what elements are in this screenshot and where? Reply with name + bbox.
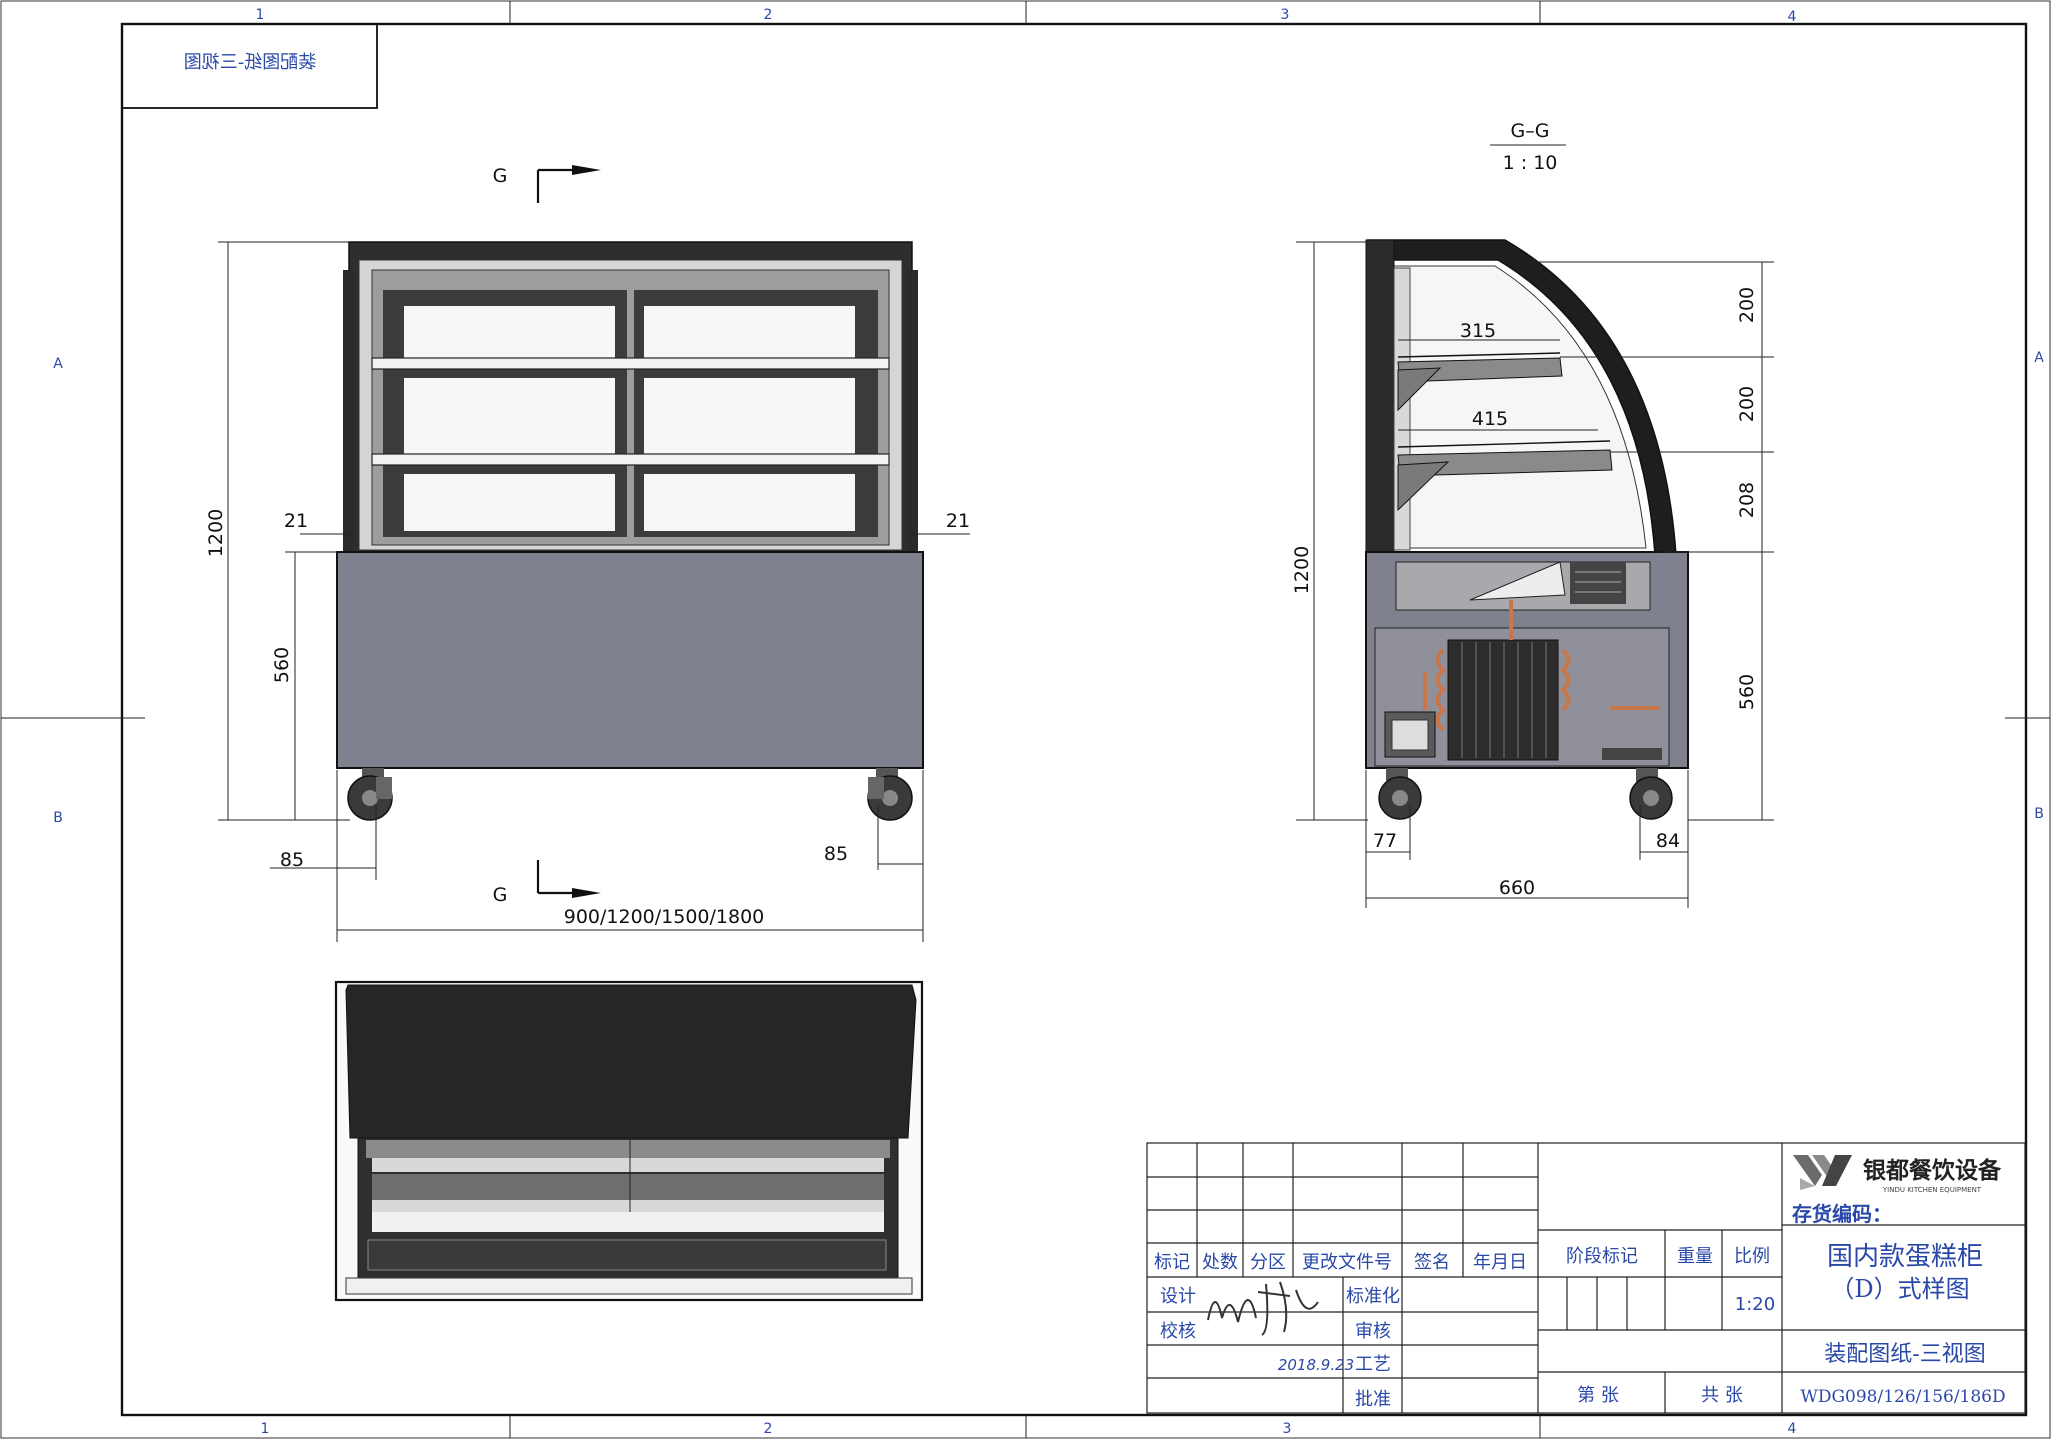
zone-row-a-left: A — [53, 356, 63, 372]
tb-date: 2018.9.23 — [1278, 1356, 1354, 1374]
tb-company-en: YINDU KITCHEN EQUIPMENT — [1882, 1186, 1982, 1194]
tb-scale-value: 1:20 — [1735, 1294, 1775, 1315]
glass-pane — [644, 306, 855, 358]
tb-drawing-name: 装配图纸-三视图 — [1824, 1342, 1985, 1367]
zone-col-2-bottom: 2 — [764, 1421, 773, 1437]
dim-front-offset-left: 21 — [284, 510, 308, 532]
front-view: G G 1200 560 21 21 85 85 900/1200/1500/1… — [205, 165, 970, 942]
glass-pane — [644, 378, 855, 454]
section-marker-top: G — [493, 165, 508, 187]
dim-side-base-height: 560 — [1736, 674, 1758, 710]
dim-shelf-lower: 415 — [1472, 408, 1508, 430]
tb-stage-label: 阶段标记 — [1566, 1246, 1638, 1267]
glass-pane — [404, 378, 615, 454]
dim-spacing-top: 200 — [1736, 287, 1758, 323]
tb-scale-label: 比例 — [1734, 1246, 1770, 1267]
tb-product-line1: 国内款蛋糕柜 — [1827, 1242, 1983, 1272]
tb-role-review: 审核 — [1355, 1321, 1391, 1342]
caster-left — [347, 768, 393, 821]
dim-front-height: 1200 — [205, 509, 227, 557]
zone-row-b-left: B — [53, 810, 63, 826]
side-view: G–G 1 : 10 1200 315 415 200 200 208 560 … — [1291, 120, 1774, 908]
condenser — [1447, 639, 1559, 761]
company-logo — [1793, 1155, 1852, 1190]
tb-stock-code-label: 存货编码： — [1792, 1202, 1892, 1226]
zone-col-4-top: 4 — [1788, 9, 1797, 25]
side-caster-right — [1629, 768, 1673, 820]
tb-product-line2: （D）式样图 — [1830, 1275, 1969, 1303]
glass-pane — [404, 306, 615, 358]
zone-col-4-bottom: 4 — [1788, 1421, 1797, 1437]
zone-col-1-bottom: 1 — [261, 1421, 270, 1437]
dim-front-width: 900/1200/1500/1800 — [564, 906, 765, 928]
dim-spacing-bottom: 208 — [1736, 482, 1758, 518]
zone-ticks — [1, 1, 2050, 1438]
zone-col-2-top: 2 — [764, 7, 773, 23]
tb-rev-header-mark: 标记 — [1154, 1252, 1190, 1273]
tb-rev-header-sign: 签名 — [1414, 1252, 1450, 1273]
tb-rev-header-zone: 分区 — [1250, 1252, 1286, 1273]
top-view — [334, 980, 924, 1302]
dim-side-caster-right: 84 — [1656, 830, 1680, 852]
zone-col-3-top: 3 — [1281, 7, 1290, 23]
tb-role-check: 校核 — [1160, 1321, 1196, 1342]
glass-pane — [644, 474, 855, 531]
shelf-lower — [371, 453, 890, 466]
sheet-outer-border — [0, 0, 2051, 1439]
dim-front-base-height: 560 — [271, 647, 293, 683]
dim-front-caster-left: 85 — [280, 849, 304, 871]
section-scale: 1 : 10 — [1503, 152, 1558, 174]
dim-side-depth: 660 — [1499, 877, 1535, 899]
dim-shelf-upper: 315 — [1460, 320, 1496, 342]
tb-role-approve: 批准 — [1355, 1389, 1391, 1410]
tb-total-label: 共 张 — [1701, 1385, 1743, 1406]
dim-side-height: 1200 — [1291, 546, 1313, 594]
corner-title-mirrored: 装配图纸-三视图 — [184, 52, 317, 73]
dim-front-caster-right: 85 — [824, 843, 848, 865]
caster-right — [867, 768, 913, 821]
dim-spacing-middle: 200 — [1736, 386, 1758, 422]
drawing-sheet: 1 2 3 4 1 2 3 4 A B A B 装配图纸-三视图 G G 120… — [0, 0, 2051, 1439]
tb-role-process: 工艺 — [1355, 1354, 1391, 1375]
zone-row-b-right: B — [2034, 806, 2044, 822]
tb-role-standard: 标准化 — [1346, 1286, 1400, 1307]
zone-col-3-bottom: 3 — [1283, 1421, 1292, 1437]
tb-weight-label: 重量 — [1677, 1246, 1713, 1267]
tb-rev-header-count: 处数 — [1202, 1252, 1238, 1273]
section-label: G–G — [1511, 120, 1550, 142]
tb-rev-header-docno: 更改文件号 — [1302, 1252, 1392, 1273]
dim-side-caster-left: 77 — [1373, 830, 1397, 852]
base-cabinet — [336, 551, 924, 769]
section-marker-bottom: G — [493, 884, 508, 906]
zone-col-1-top: 1 — [256, 7, 265, 23]
dim-front-offset-right: 21 — [946, 510, 970, 532]
zone-row-a-right: A — [2034, 350, 2044, 366]
evaporator — [1570, 562, 1626, 604]
tb-company: 银都餐饮设备 — [1863, 1157, 2002, 1184]
tb-rev-header-date: 年月日 — [1473, 1252, 1527, 1273]
tb-drawing-number: WDG098/126/156/186D — [1800, 1387, 2005, 1407]
side-caster-left — [1378, 768, 1422, 820]
title-block: 标记 处数 分区 更改文件号 签名 年月日 设计 校核 标准化 审核 工艺 批准… — [1146, 1142, 2026, 1414]
tb-role-design: 设计 — [1160, 1286, 1196, 1307]
shelf-upper — [371, 357, 890, 370]
tb-sheet-label: 第 张 — [1577, 1385, 1619, 1406]
designer-signature — [1207, 1281, 1319, 1336]
glass-pane — [404, 474, 615, 531]
